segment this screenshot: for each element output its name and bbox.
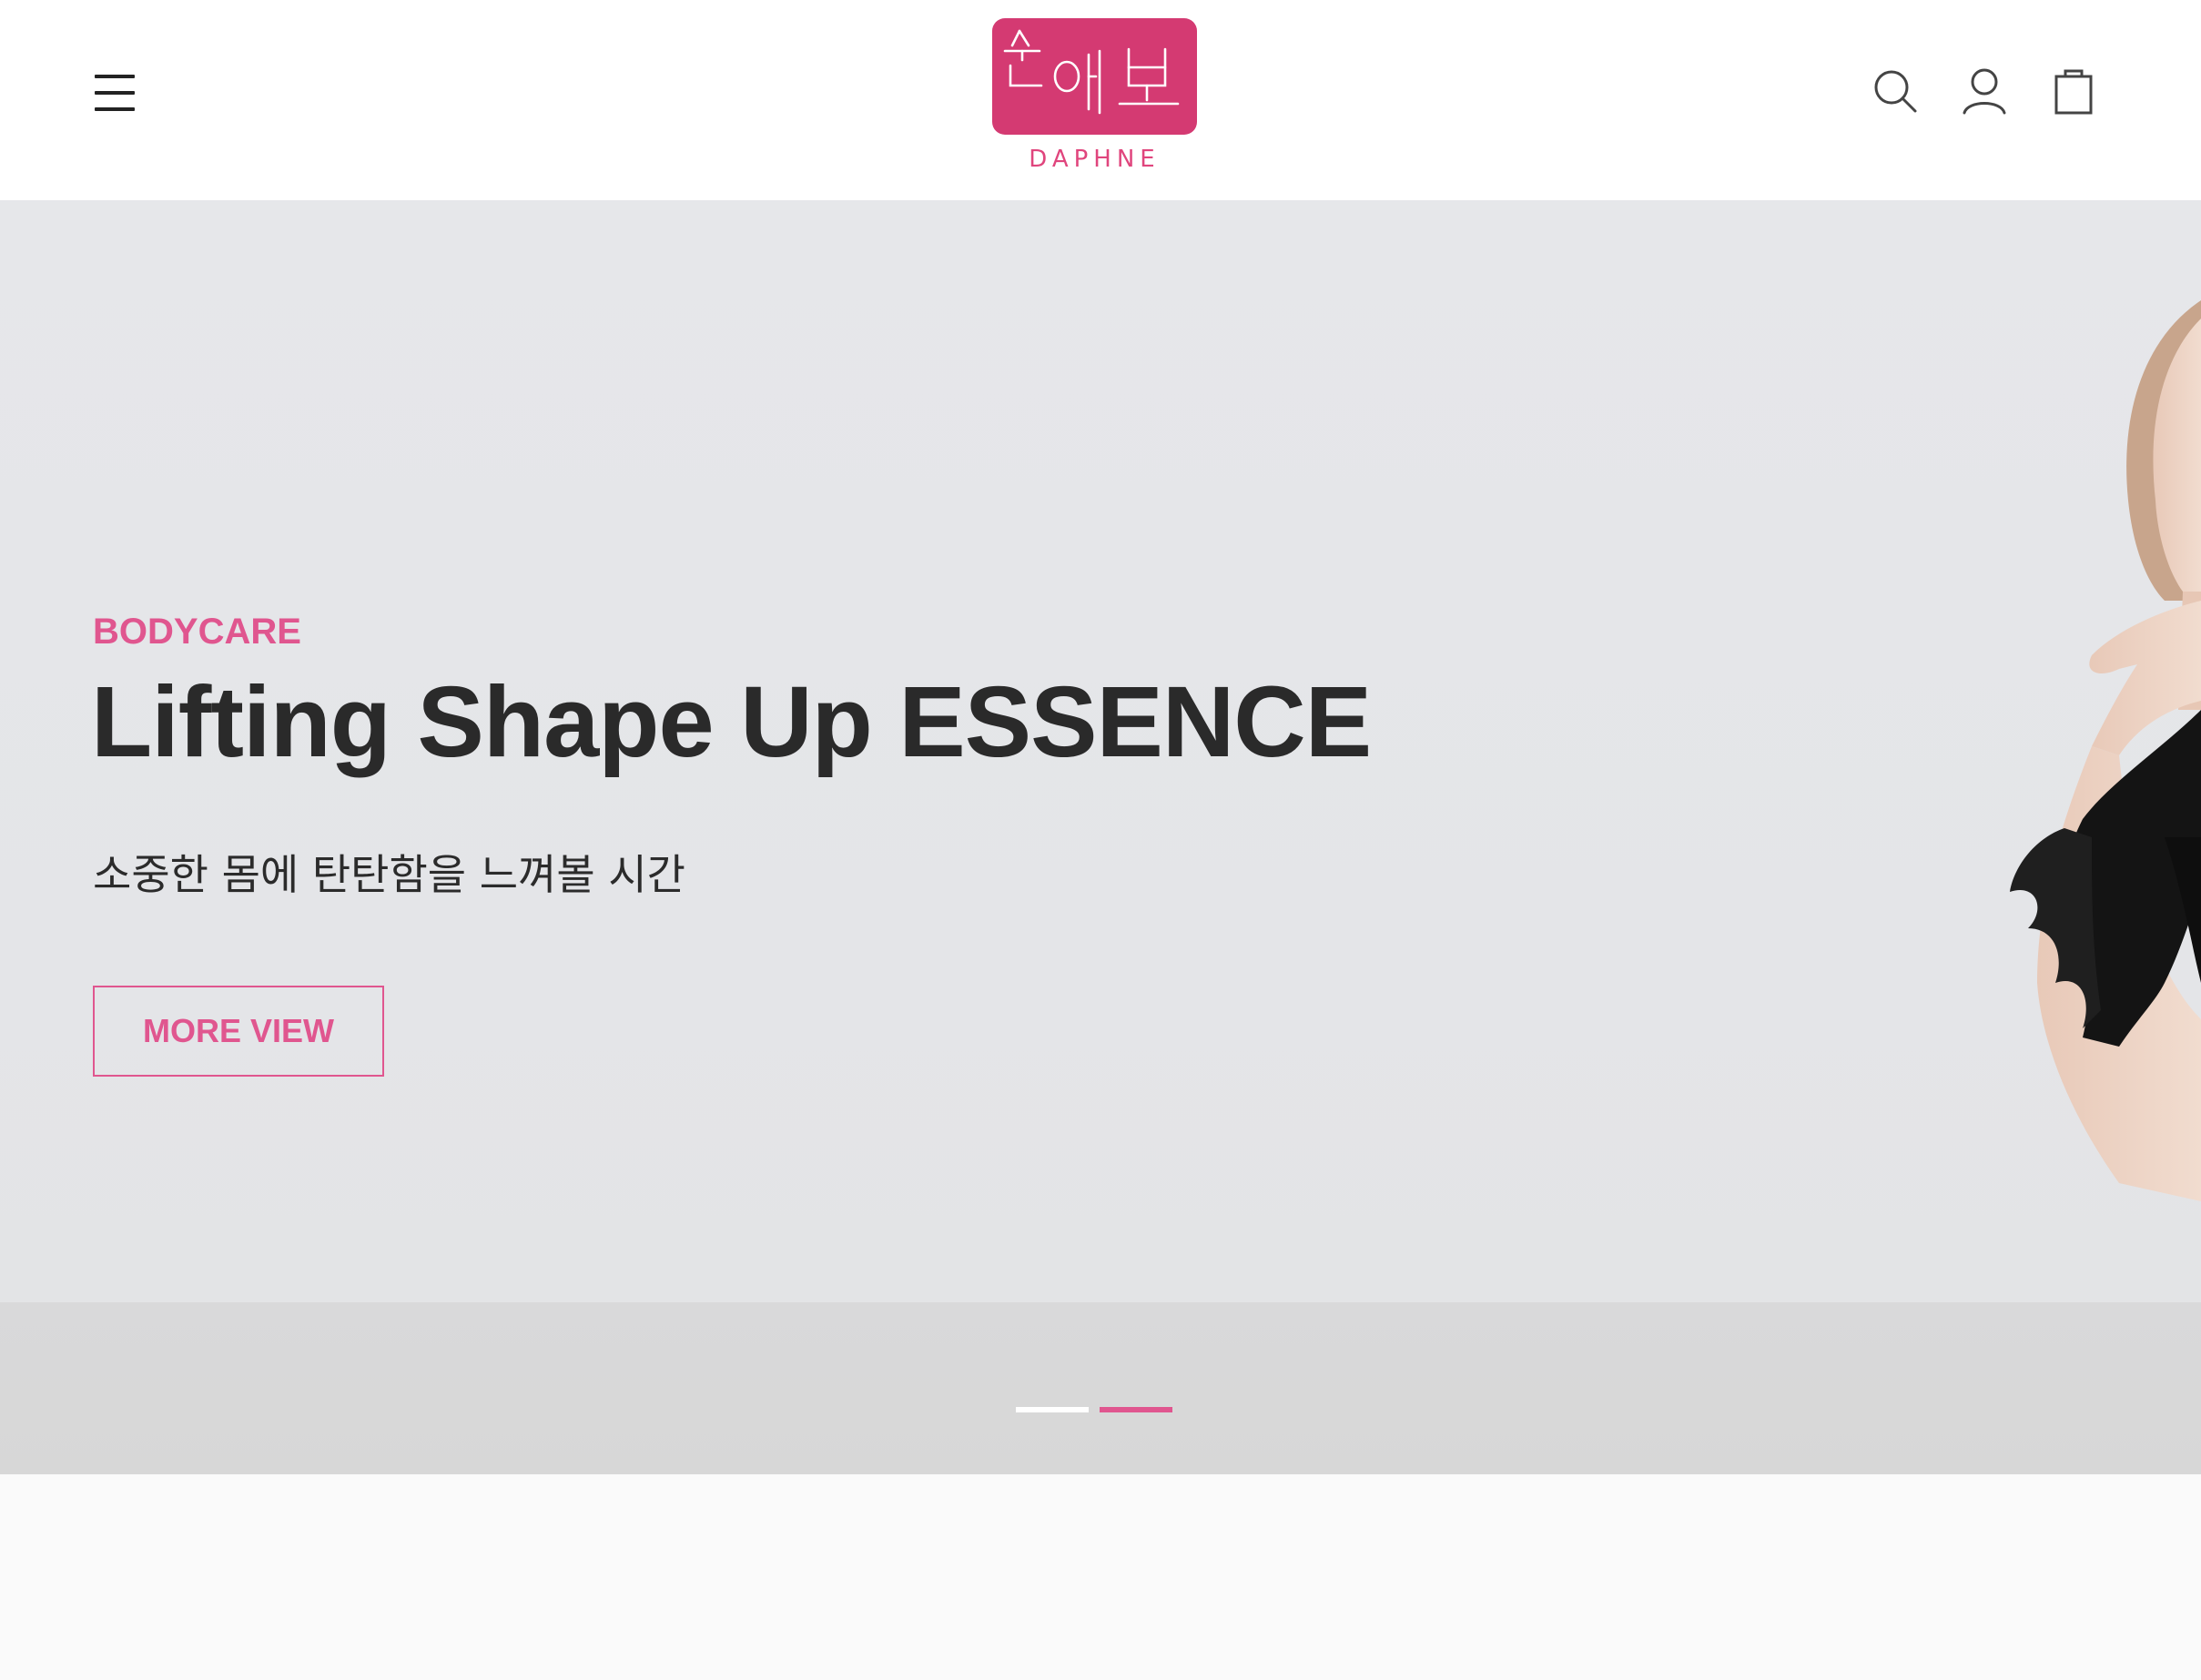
carousel-dot-2[interactable] [1100, 1407, 1172, 1412]
search-icon[interactable] [1870, 66, 1921, 116]
site-header: DAPHNE [0, 0, 2201, 200]
hero-title: Lifting Shape Up ESSENCE [91, 666, 1372, 778]
logo-mark [992, 18, 1197, 135]
hero-subtitle: 소중한 몸에 탄탄함을 느껴볼 시간 [93, 850, 685, 899]
more-view-button[interactable]: MORE VIEW [93, 986, 384, 1077]
carousel-dot-1[interactable] [1016, 1407, 1089, 1412]
menu-icon[interactable] [91, 69, 138, 116]
content-section [0, 1474, 2201, 1680]
model-figure-image [2010, 300, 2201, 1201]
user-icon[interactable] [1959, 66, 2010, 116]
logo-brand-text: DAPHNE [1029, 146, 1161, 173]
carousel-pagination [1016, 1407, 1172, 1412]
logo-hangul-glyphs [1003, 29, 1180, 115]
hero-category-label: BODYCARE [93, 612, 301, 652]
brand-logo[interactable]: DAPHNE [992, 18, 1197, 173]
hero-banner[interactable]: BODYCARE Lifting Shape Up ESSENCE 소중한 몸에… [0, 200, 2201, 1474]
shopping-bag-icon[interactable] [2048, 66, 2099, 116]
